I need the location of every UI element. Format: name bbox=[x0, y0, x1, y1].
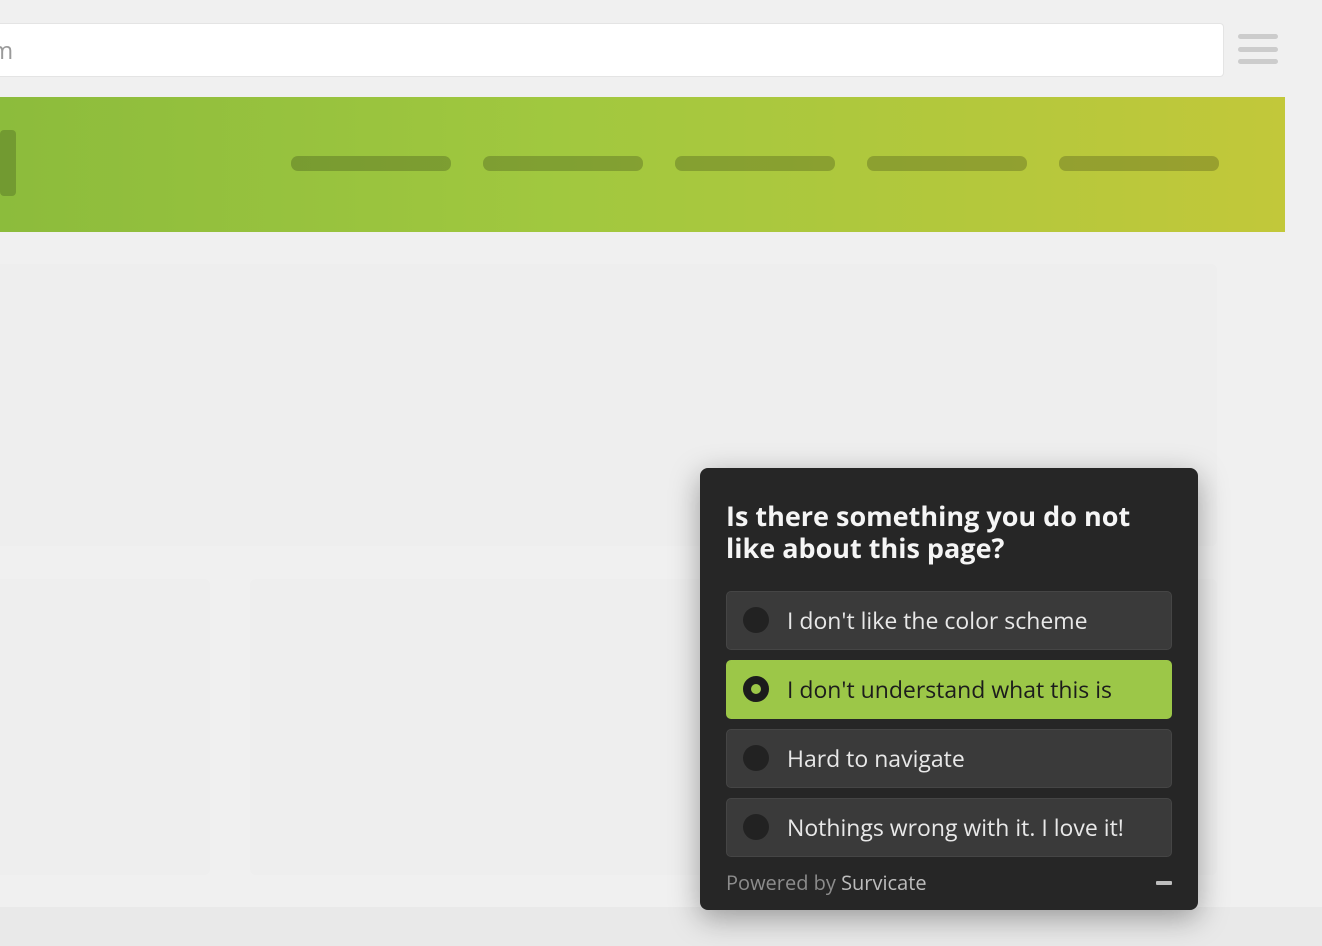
nav-item-5[interactable] bbox=[1059, 156, 1219, 171]
nav-item-1[interactable] bbox=[291, 156, 451, 171]
hamburger-menu-icon[interactable] bbox=[1238, 34, 1278, 64]
survey-option-dont-understand[interactable]: I don't understand what this is bbox=[726, 660, 1172, 719]
radio-icon bbox=[743, 814, 769, 840]
powered-by-brand[interactable]: Survicate bbox=[841, 869, 927, 896]
survey-option-label: I don't like the color scheme bbox=[787, 604, 1087, 636]
nav-item-3[interactable] bbox=[675, 156, 835, 171]
powered-by-text: Powered by Survicate bbox=[726, 869, 927, 896]
survey-options: I don't like the color scheme I don't un… bbox=[726, 591, 1172, 857]
radio-icon bbox=[743, 607, 769, 633]
bottom-strip bbox=[0, 907, 1322, 946]
card-placeholder-1 bbox=[0, 579, 210, 875]
survey-option-label: Hard to navigate bbox=[787, 742, 965, 774]
address-bar[interactable]: m bbox=[0, 23, 1224, 77]
survey-option-label: Nothings wrong with it. I love it! bbox=[787, 811, 1124, 843]
card-placeholder-2 bbox=[250, 579, 716, 875]
survey-footer: Powered by Survicate bbox=[726, 869, 1172, 896]
survey-option-love-it[interactable]: Nothings wrong with it. I love it! bbox=[726, 798, 1172, 857]
survey-question: Is there something you do not like about… bbox=[726, 500, 1172, 565]
address-text-fragment: m bbox=[0, 34, 13, 67]
nav-items bbox=[291, 156, 1219, 171]
survey-option-hard-navigate[interactable]: Hard to navigate bbox=[726, 729, 1172, 788]
nav-left-control[interactable] bbox=[0, 130, 16, 196]
survey-option-color-scheme[interactable]: I don't like the color scheme bbox=[726, 591, 1172, 650]
nav-item-4[interactable] bbox=[867, 156, 1027, 171]
nav-bar bbox=[0, 97, 1285, 232]
survey-option-label: I don't understand what this is bbox=[787, 673, 1112, 705]
nav-item-2[interactable] bbox=[483, 156, 643, 171]
survey-popup: Is there something you do not like about… bbox=[700, 468, 1198, 910]
radio-icon-selected bbox=[743, 676, 769, 702]
minimize-icon[interactable] bbox=[1156, 881, 1172, 885]
radio-icon bbox=[743, 745, 769, 771]
